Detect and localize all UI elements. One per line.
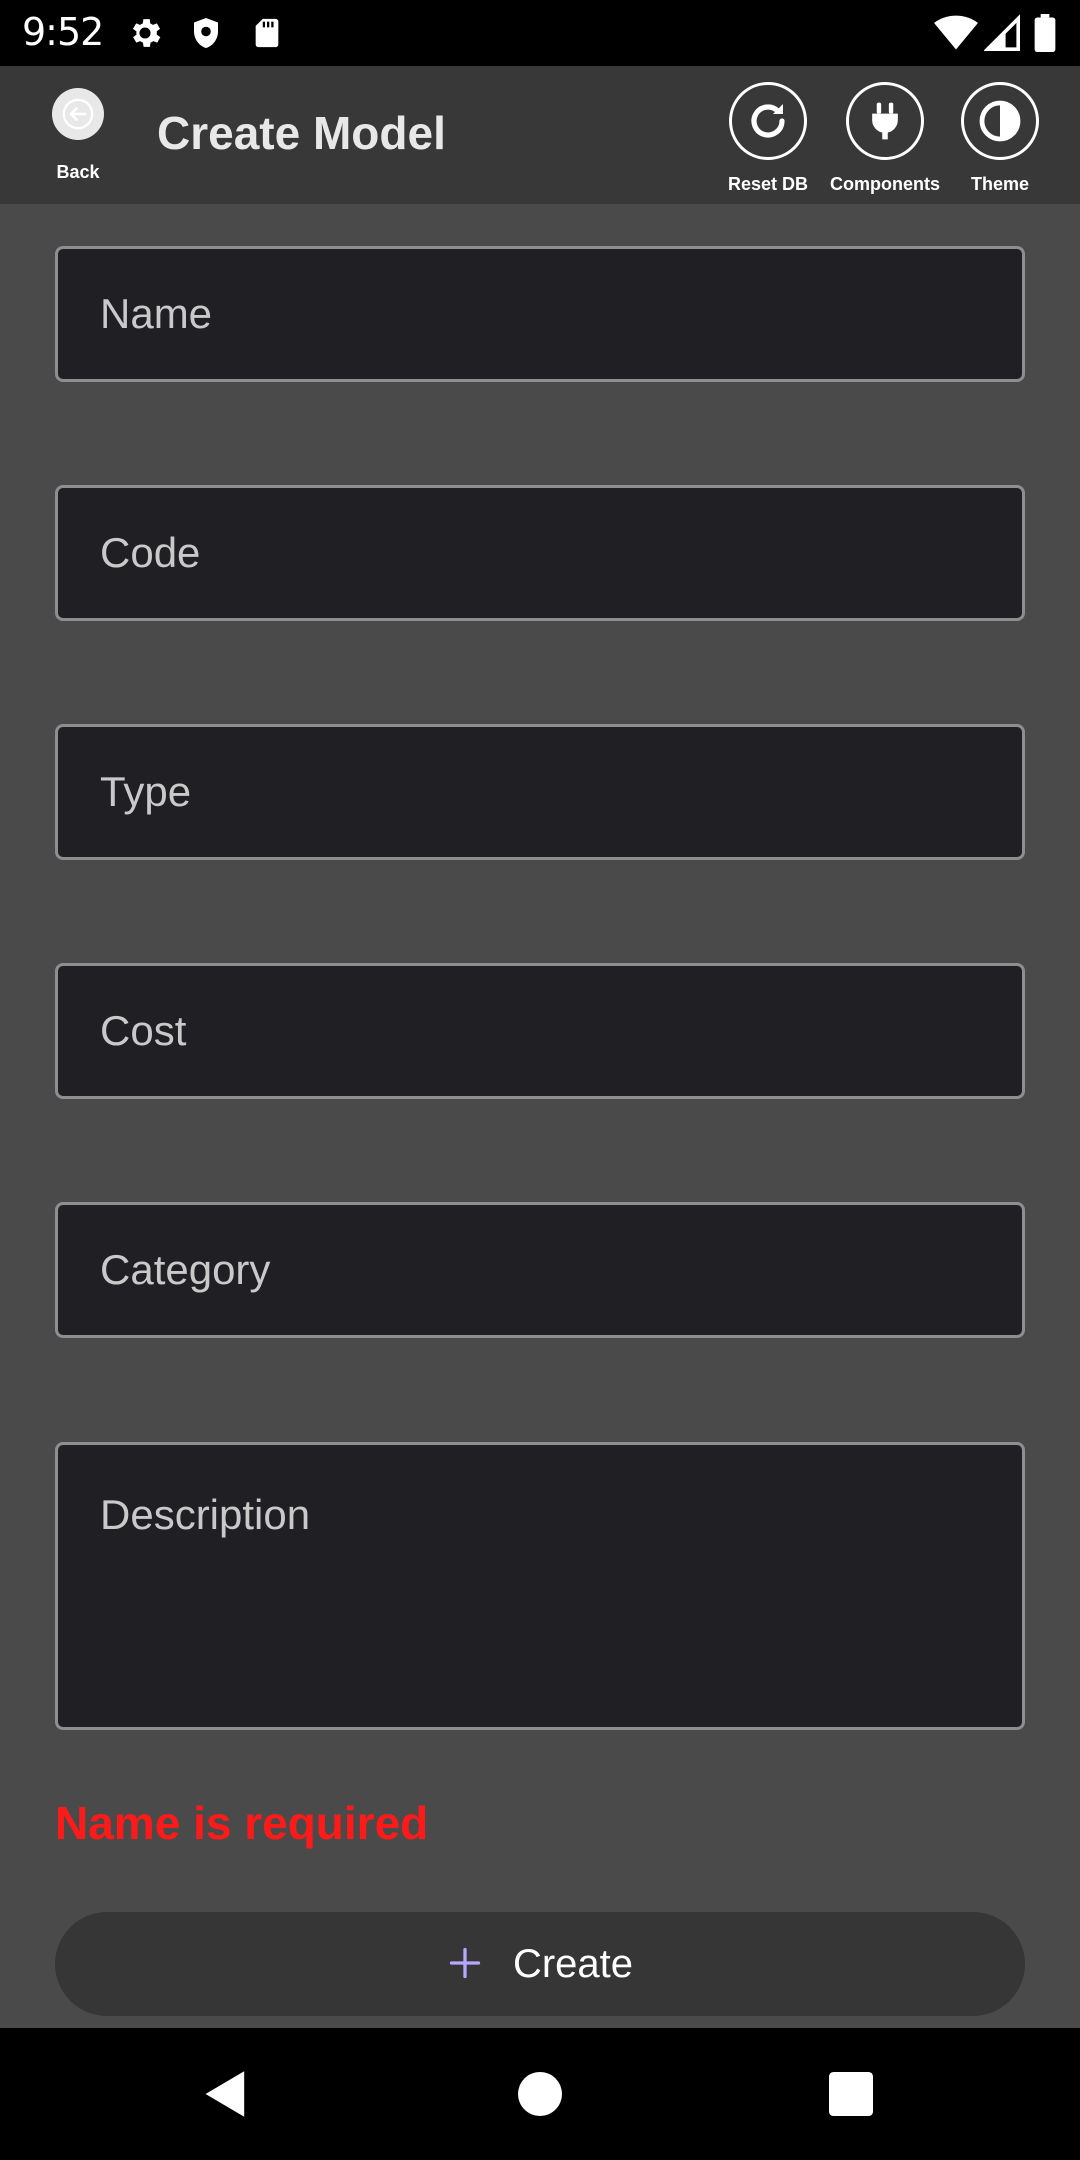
theme-label: Theme [970,174,1030,194]
nav-back-icon[interactable] [196,2064,256,2124]
name-field[interactable] [55,246,1025,382]
category-input[interactable] [58,1205,1022,1335]
back-arrow-icon [52,88,104,140]
validation-error: Name is required [55,1797,429,1849]
code-field[interactable] [55,485,1025,621]
status-bar: 9:52 [0,0,1080,66]
sd-card-icon [250,14,284,57]
theme-button[interactable]: Theme [935,82,1065,195]
cost-input[interactable] [58,966,1022,1096]
signal-icon [983,14,1020,57]
components-button[interactable]: Components [820,82,950,195]
create-label: Create [512,1941,634,1986]
wifi-icon [934,14,978,57]
navigation-bar [0,2028,1080,2160]
plug-icon [846,82,924,160]
shield-icon [188,14,224,57]
code-input[interactable] [58,488,1022,618]
status-time: 9:52 [22,10,104,54]
refresh-icon [729,82,807,160]
plus-icon [447,1945,483,1984]
reset-db-button[interactable]: Reset DB [703,82,833,195]
app-bar: Back Create Model Reset DB Components Th… [0,66,1080,204]
settings-icon [126,14,164,57]
type-field[interactable] [55,724,1025,860]
back-label: Back [56,162,100,182]
description-field[interactable] [55,1442,1025,1730]
nav-home-icon[interactable] [510,2064,570,2124]
cost-field[interactable] [55,963,1025,1099]
type-input[interactable] [58,727,1022,857]
category-field[interactable] [55,1202,1025,1338]
components-label: Components [830,174,940,194]
battery-icon [1034,14,1056,57]
description-input[interactable] [58,1445,1022,1727]
contrast-icon [961,82,1039,160]
page-title: Create Model [157,107,446,159]
back-button[interactable]: Back [40,88,116,183]
create-button[interactable]: Create [55,1912,1025,2016]
nav-recents-icon[interactable] [821,2064,881,2124]
name-input[interactable] [58,249,1022,379]
reset-db-label: Reset DB [727,174,809,194]
